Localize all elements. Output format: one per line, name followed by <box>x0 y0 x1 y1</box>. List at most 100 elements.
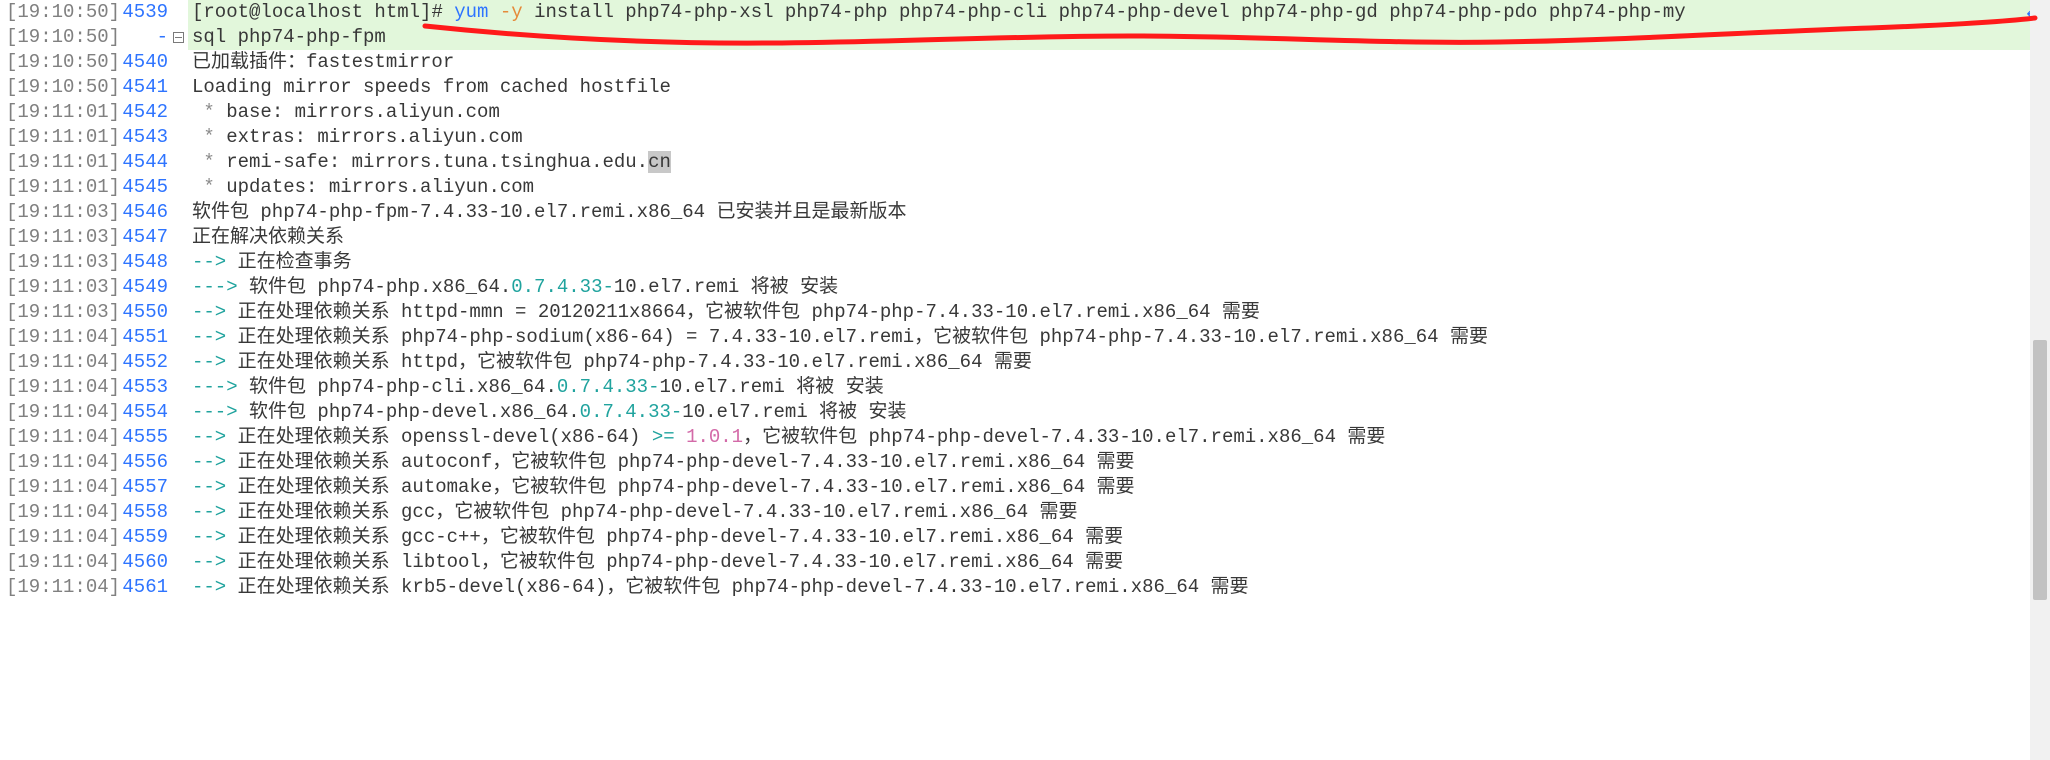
log-text[interactable]: --> 正在检查事务 <box>188 250 2050 275</box>
log-row: [19:10:50]4541Loading mirror speeds from… <box>0 75 2050 100</box>
fold-gutter[interactable] <box>168 325 188 350</box>
fold-gutter[interactable] <box>168 225 188 250</box>
line-number[interactable]: 4548 <box>116 250 168 275</box>
log-segment: 正在处理依赖关系 httpd-mmn = 20120211x8664，它被软件包… <box>238 301 1260 323</box>
line-number[interactable]: 4539 <box>116 0 168 25</box>
log-text[interactable]: --> 正在处理依赖关系 php74-php-sodium(x86-64) = … <box>188 325 2050 350</box>
fold-gutter[interactable] <box>168 350 188 375</box>
fold-gutter[interactable] <box>168 300 188 325</box>
log-text[interactable]: * remi-safe: mirrors.tuna.tsinghua.edu.c… <box>188 150 2050 175</box>
log-segment: [root@localhost html]# <box>192 1 454 23</box>
fold-gutter[interactable] <box>168 75 188 100</box>
log-segment: yum <box>454 1 500 23</box>
log-text[interactable]: * base: mirrors.aliyun.com <box>188 100 2050 125</box>
log-viewer: [19:10:50]4539[root@localhost html]# yum… <box>0 0 2050 760</box>
timestamp: [19:11:04] <box>0 500 116 525</box>
log-segment: --> <box>192 576 238 598</box>
timestamp: [19:11:03] <box>0 225 116 250</box>
log-text[interactable]: --> 正在处理依赖关系 automake，它被软件包 php74-php-de… <box>188 475 2050 500</box>
log-segment: 0.7.4.33- <box>511 276 614 298</box>
log-segment: 10.el7.remi 将被 安装 <box>614 276 838 298</box>
line-number[interactable]: 4552 <box>116 350 168 375</box>
log-text[interactable]: --> 正在处理依赖关系 autoconf，它被软件包 php74-php-de… <box>188 450 2050 475</box>
fold-gutter[interactable] <box>168 125 188 150</box>
fold-gutter[interactable] <box>168 575 188 600</box>
timestamp: [19:11:04] <box>0 575 116 600</box>
log-text[interactable]: --> 正在处理依赖关系 openssl-devel(x86-64) >= 1.… <box>188 425 2050 450</box>
log-text[interactable]: * updates: mirrors.aliyun.com <box>188 175 2050 200</box>
collapse-toggle-icon[interactable] <box>173 32 184 43</box>
fold-gutter[interactable] <box>168 150 188 175</box>
log-text[interactable]: --> 正在处理依赖关系 httpd，它被软件包 php74-php-7.4.3… <box>188 350 2050 375</box>
fold-gutter[interactable] <box>168 425 188 450</box>
line-number[interactable]: 4545 <box>116 175 168 200</box>
line-number[interactable]: 4560 <box>116 550 168 575</box>
fold-gutter[interactable] <box>168 100 188 125</box>
log-text[interactable]: 软件包 php74-php-fpm-7.4.33-10.el7.remi.x86… <box>188 200 2050 225</box>
log-text[interactable]: ---> 软件包 php74-php.x86_64.0.7.4.33-10.el… <box>188 275 2050 300</box>
line-number[interactable]: 4556 <box>116 450 168 475</box>
fold-gutter[interactable] <box>168 250 188 275</box>
log-text[interactable]: [root@localhost html]# yum -y install ph… <box>188 0 2050 25</box>
log-text[interactable]: 正在解决依赖关系 <box>188 225 2050 250</box>
line-number[interactable]: 4550 <box>116 300 168 325</box>
log-text[interactable]: ---> 软件包 php74-php-devel.x86_64.0.7.4.33… <box>188 400 2050 425</box>
log-text[interactable]: --> 正在处理依赖关系 gcc-c++，它被软件包 php74-php-dev… <box>188 525 2050 550</box>
log-text[interactable]: --> 正在处理依赖关系 krb5-devel(x86-64)，它被软件包 ph… <box>188 575 2050 600</box>
log-text[interactable]: Loading mirror speeds from cached hostfi… <box>188 75 2050 100</box>
line-number[interactable]: - <box>116 25 168 50</box>
fold-gutter[interactable] <box>168 550 188 575</box>
log-segment: 正在处理依赖关系 automake，它被软件包 php74-php-devel-… <box>238 476 1135 498</box>
log-text[interactable]: * extras: mirrors.aliyun.com <box>188 125 2050 150</box>
fold-gutter[interactable] <box>168 525 188 550</box>
fold-gutter[interactable] <box>168 175 188 200</box>
log-text[interactable]: --> 正在处理依赖关系 gcc，它被软件包 php74-php-devel-7… <box>188 500 2050 525</box>
line-number[interactable]: 4561 <box>116 575 168 600</box>
log-segment: 正在处理依赖关系 libtool，它被软件包 php74-php-devel-7… <box>238 551 1124 573</box>
line-number[interactable]: 4547 <box>116 225 168 250</box>
log-segment: Loading mirror speeds from cached hostfi… <box>192 76 671 98</box>
log-row: [19:11:04]4554---> 软件包 php74-php-devel.x… <box>0 400 2050 425</box>
log-segment: --> <box>192 426 238 448</box>
fold-gutter[interactable] <box>168 375 188 400</box>
fold-gutter[interactable] <box>168 0 188 25</box>
line-number[interactable]: 4555 <box>116 425 168 450</box>
line-number[interactable]: 4544 <box>116 150 168 175</box>
line-number[interactable]: 4546 <box>116 200 168 225</box>
log-text[interactable]: sql php74-php-fpm <box>188 25 2050 50</box>
line-number[interactable]: 4542 <box>116 100 168 125</box>
log-segment: 正在处理依赖关系 krb5-devel(x86-64)，它被软件包 php74-… <box>238 576 1249 598</box>
line-number[interactable]: 4554 <box>116 400 168 425</box>
log-text[interactable]: ---> 软件包 php74-php-cli.x86_64.0.7.4.33-1… <box>188 375 2050 400</box>
log-text[interactable]: --> 正在处理依赖关系 httpd-mmn = 20120211x8664，它… <box>188 300 2050 325</box>
line-number[interactable]: 4551 <box>116 325 168 350</box>
line-number[interactable]: 4541 <box>116 75 168 100</box>
timestamp: [19:11:04] <box>0 425 116 450</box>
line-number[interactable]: 4553 <box>116 375 168 400</box>
log-text[interactable]: 已加载插件：fastestmirror <box>188 50 2050 75</box>
timestamp: [19:11:04] <box>0 525 116 550</box>
line-number[interactable]: 4540 <box>116 50 168 75</box>
timestamp: [19:11:04] <box>0 550 116 575</box>
fold-gutter[interactable] <box>168 400 188 425</box>
log-row: [19:11:01]4544 * remi-safe: mirrors.tuna… <box>0 150 2050 175</box>
line-number[interactable]: 4558 <box>116 500 168 525</box>
fold-gutter[interactable] <box>168 275 188 300</box>
line-number[interactable]: 4543 <box>116 125 168 150</box>
line-number[interactable]: 4559 <box>116 525 168 550</box>
fold-gutter[interactable] <box>168 475 188 500</box>
vertical-scrollbar-thumb[interactable] <box>2033 340 2047 600</box>
fold-gutter[interactable] <box>168 50 188 75</box>
fold-gutter[interactable] <box>168 500 188 525</box>
fold-gutter[interactable] <box>168 25 188 50</box>
log-text[interactable]: --> 正在处理依赖关系 libtool，它被软件包 php74-php-dev… <box>188 550 2050 575</box>
log-rows: [19:10:50]4539[root@localhost html]# yum… <box>0 0 2050 600</box>
line-number[interactable]: 4549 <box>116 275 168 300</box>
log-row: [19:10:50]4539[root@localhost html]# yum… <box>0 0 2050 25</box>
line-number[interactable]: 4557 <box>116 475 168 500</box>
vertical-scrollbar-track[interactable] <box>2030 0 2050 760</box>
log-segment: * <box>192 176 226 198</box>
fold-gutter[interactable] <box>168 200 188 225</box>
timestamp: [19:11:03] <box>0 300 116 325</box>
fold-gutter[interactable] <box>168 450 188 475</box>
